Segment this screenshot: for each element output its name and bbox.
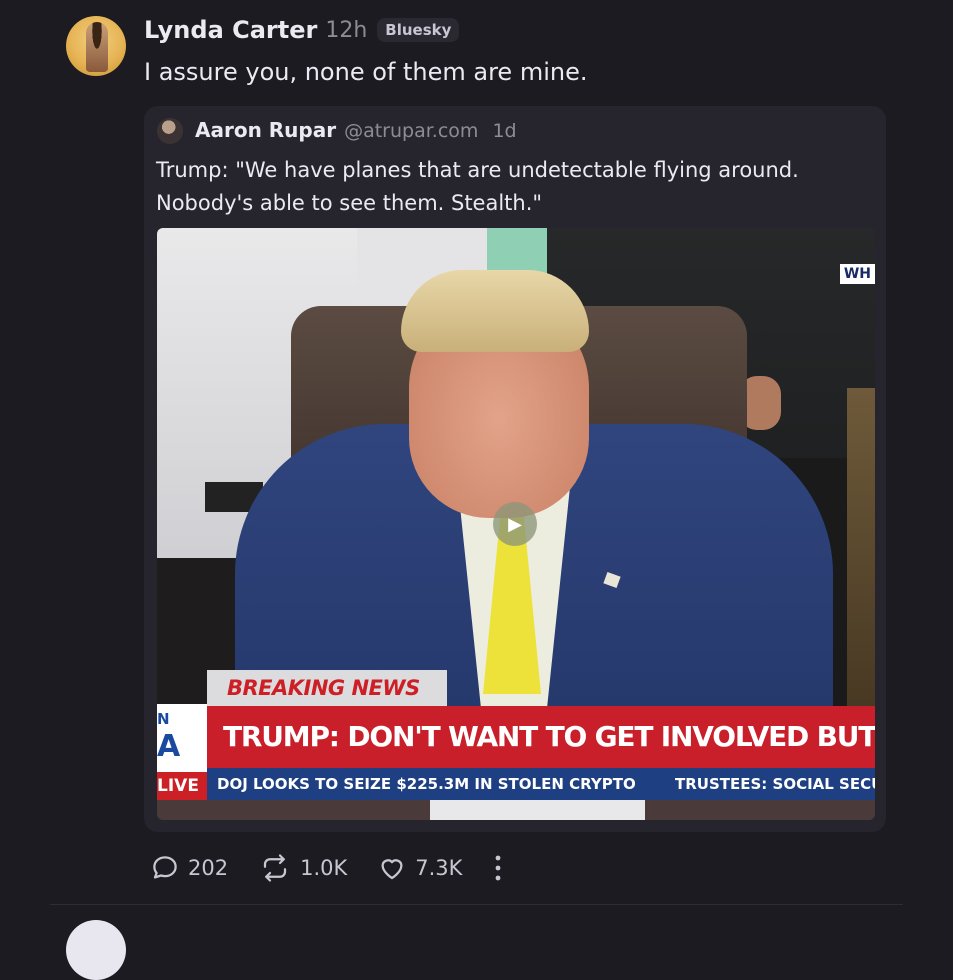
repost-arrows-icon [263, 854, 287, 882]
quoted-author-avatar[interactable] [157, 118, 183, 144]
post-time: 12h [325, 17, 368, 43]
quoted-author-name[interactable]: Aaron Rupar [195, 118, 336, 142]
post-actions: 202 1.0K 7.3K [150, 852, 504, 884]
repost-button[interactable]: 1.0K [258, 853, 347, 883]
next-post-avatar[interactable] [66, 920, 126, 980]
post-divider [50, 904, 903, 905]
news-ticker: DOJ LOOKS TO SEIZE $225.3M IN STOLEN CRY… [207, 768, 875, 800]
repost-count: 1.0K [300, 856, 348, 880]
reply-button[interactable]: 202 [150, 853, 228, 883]
news-headline: TRUMP: DON'T WANT TO GET INVOLVED BUT IR… [207, 706, 875, 768]
heart-icon [381, 859, 403, 880]
reply-count: 202 [188, 856, 229, 880]
post: Lynda Carter 12h Bluesky I assure you, n… [0, 0, 953, 980]
like-count: 7.3K [415, 856, 463, 880]
speech-bubble-icon [153, 856, 177, 879]
more-options-button[interactable] [492, 852, 504, 884]
author-name[interactable]: Lynda Carter [144, 16, 317, 44]
quoted-author-handle: @atrupar.com [344, 120, 479, 142]
ticker-item: TRUSTEES: SOCIAL SECU [675, 775, 875, 793]
quoted-post[interactable]: Aaron Rupar @atrupar.com 1d Trump: "We h… [144, 106, 886, 832]
play-icon[interactable]: ▶ [493, 502, 537, 546]
breaking-news-banner: BREAKING NEWS [207, 670, 447, 706]
post-text: I assure you, none of them are mine. [144, 58, 588, 86]
video-player[interactable]: WH ▶ BREAKING NEWS N A TRUMP: DON'T WANT… [157, 228, 875, 820]
quoted-post-text: Trump: "We have planes that are undetect… [156, 158, 799, 215]
like-button[interactable]: 7.3K [377, 853, 462, 883]
platform-badge: Bluesky [377, 18, 460, 42]
post-header: Lynda Carter 12h Bluesky [144, 16, 460, 44]
vertical-ellipsis-icon [496, 855, 501, 881]
video-corner-logo: WH [839, 264, 875, 284]
author-avatar[interactable] [66, 16, 126, 76]
quoted-post-header: Aaron Rupar @atrupar.com 1d [195, 118, 517, 142]
live-badge: LIVE [157, 772, 207, 800]
ticker-item: DOJ LOOKS TO SEIZE $225.3M IN STOLEN CRY… [217, 775, 636, 793]
quoted-post-time: 1d [492, 120, 517, 142]
